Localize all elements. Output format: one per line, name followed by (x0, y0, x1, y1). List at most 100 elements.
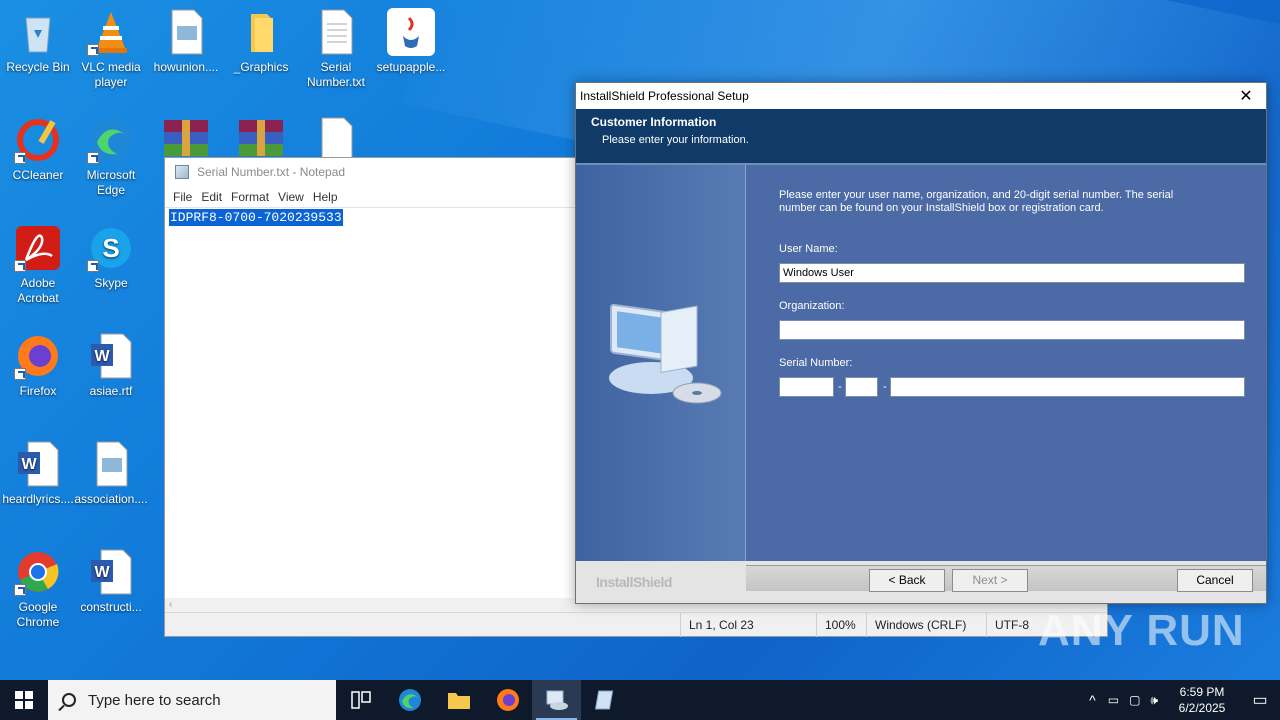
svg-text:W: W (94, 348, 110, 365)
menu-file[interactable]: File (171, 190, 199, 204)
desktop-icon-vlc[interactable]: VLC media player (73, 8, 149, 90)
menu-format[interactable]: Format (229, 190, 276, 204)
serial-separator: - (883, 381, 887, 393)
system-tray: ^ ▭ ▢ 🕪 6:59 PM 6/2/2025 ▭ (1089, 680, 1280, 720)
clock[interactable]: 6:59 PM 6/2/2025 (1164, 684, 1240, 716)
desktop-icon-association[interactable]: association.... (73, 440, 149, 507)
task-view-icon (350, 691, 371, 709)
user-name-label: User Name: (779, 243, 838, 255)
desktop-icon-label: association.... (74, 492, 148, 506)
image-file-icon (87, 440, 135, 488)
desktop-icon-heardlyrics[interactable]: W heardlyrics.... (0, 440, 76, 507)
word-doc-icon: W (87, 332, 135, 380)
skype-icon: S (87, 224, 135, 272)
menu-edit[interactable]: Edit (199, 190, 229, 204)
anyrun-watermark: ANY RUN (1038, 606, 1245, 655)
desktop-icon-label: constructi... (80, 600, 142, 614)
dialog-side-panel (576, 165, 746, 561)
firefox-icon (496, 689, 519, 711)
selected-serial-text[interactable]: IDPRF8-0700-7020239533 (169, 209, 343, 226)
search-placeholder: Type here to search (88, 691, 221, 709)
folder-icon (237, 8, 285, 56)
organization-label: Organization: (779, 300, 845, 312)
network-icon[interactable]: ▭ (1108, 693, 1119, 707)
taskbar-edge[interactable] (385, 680, 434, 720)
desktop-icon-constructi[interactable]: W constructi... (73, 548, 149, 615)
desktop-icon-label: Serial Number.txt (306, 60, 366, 89)
serial-part-2-input[interactable] (845, 377, 878, 397)
taskbar-search[interactable]: Type here to search (48, 680, 336, 720)
serial-part-3-input[interactable] (890, 377, 1245, 397)
notepad-icon (175, 165, 189, 179)
serial-part-1-input[interactable] (779, 377, 834, 397)
desktop-icon-label: _Graphics (233, 60, 289, 74)
header-title: Customer Information (591, 115, 717, 129)
notification-icon[interactable]: ▭ (1240, 690, 1280, 710)
dialog-titlebar[interactable]: InstallShield Professional Setup ✕ (576, 83, 1266, 109)
desktop-icon-label: Recycle Bin (6, 60, 70, 74)
ccleaner-icon (14, 116, 62, 164)
task-view-button[interactable] (336, 680, 385, 720)
edge-icon (398, 689, 421, 711)
display-icon[interactable]: ▢ (1129, 693, 1140, 707)
status-zoom: 100% (816, 612, 866, 637)
organization-input[interactable] (779, 320, 1245, 340)
desktop-icon-serial-number[interactable]: Serial Number.txt (298, 8, 374, 90)
dialog-title: InstallShield Professional Setup (580, 89, 749, 103)
desktop-icon-firefox[interactable]: Firefox (0, 332, 76, 399)
svg-text:W: W (21, 456, 37, 473)
desktop-icon-setupapple[interactable]: setupapple... (373, 8, 449, 75)
clock-date: 6/2/2025 (1178, 701, 1226, 715)
menu-help[interactable]: Help (311, 190, 345, 204)
taskbar: Type here to search ^ ▭ ▢ 🕪 6:59 PM 6/2/… (0, 680, 1280, 720)
edge-icon (87, 116, 135, 164)
desktop-icon-edge[interactable]: Microsoft Edge (73, 116, 149, 198)
back-button[interactable]: < Back (869, 569, 945, 592)
desktop-icon-graphics-folder[interactable]: _Graphics (223, 8, 299, 75)
installshield-dialog[interactable]: InstallShield Professional Setup ✕ Custo… (575, 82, 1267, 604)
computer-setup-icon (609, 303, 722, 404)
taskbar-notepad[interactable] (581, 680, 630, 720)
taskbar-firefox[interactable] (483, 680, 532, 720)
status-line-ending: Windows (CRLF) (866, 612, 986, 637)
search-icon (62, 693, 76, 707)
vlc-icon (87, 8, 135, 56)
volume-icon[interactable]: 🕪 (1150, 693, 1158, 708)
menu-view[interactable]: View (276, 190, 311, 204)
desktop-icon-recycle-bin[interactable]: Recycle Bin (0, 8, 76, 75)
start-button[interactable] (0, 680, 48, 720)
firefox-icon (14, 332, 62, 380)
desktop-icon-skype[interactable]: S Skype (73, 224, 149, 291)
notepad-statusbar: Ln 1, Col 23 100% Windows (CRLF) UTF-8 (165, 612, 1107, 637)
desktop-icon-label: asiae.rtf (89, 384, 133, 398)
svg-text:S: S (102, 233, 119, 263)
serial-number-label: Serial Number: (779, 357, 853, 369)
desktop-icon-label: Skype (94, 276, 128, 290)
desktop-icon-label: Adobe Acrobat (17, 276, 59, 305)
installer-icon (546, 690, 568, 710)
text-file-icon (312, 8, 360, 56)
desktop-icon-label: howunion.... (153, 60, 219, 74)
close-icon[interactable]: ✕ (1236, 86, 1256, 106)
taskbar-installshield[interactable] (532, 680, 581, 720)
cancel-button[interactable]: Cancel (1177, 569, 1253, 592)
next-button[interactable]: Next > (952, 569, 1028, 592)
recycle-bin-icon (14, 8, 62, 56)
taskbar-file-explorer[interactable] (434, 680, 483, 720)
desktop-icon-howunion[interactable]: howunion.... (148, 8, 224, 75)
desktop-icon-asiae[interactable]: W asiae.rtf (73, 332, 149, 399)
chevron-up-icon[interactable]: ^ (1089, 692, 1096, 708)
intro-text: Please enter your user name, organizatio… (779, 189, 1174, 214)
desktop-icon-label: Firefox (19, 384, 57, 398)
user-name-input[interactable] (779, 263, 1245, 283)
desktop-icon-chrome[interactable]: Google Chrome (0, 548, 76, 630)
dialog-body: Please enter your user name, organizatio… (576, 165, 1266, 561)
word-doc-icon: W (87, 548, 135, 596)
desktop-icon-label: VLC media player (81, 60, 141, 89)
word-doc-icon: W (14, 440, 62, 488)
chrome-icon (14, 548, 62, 596)
serial-separator: - (838, 381, 842, 393)
dialog-footer: InstallShield < Back Next > Cancel (576, 561, 1266, 603)
desktop-icon-ccleaner[interactable]: CCleaner (0, 116, 76, 183)
desktop-icon-acrobat[interactable]: Adobe Acrobat (0, 224, 76, 306)
